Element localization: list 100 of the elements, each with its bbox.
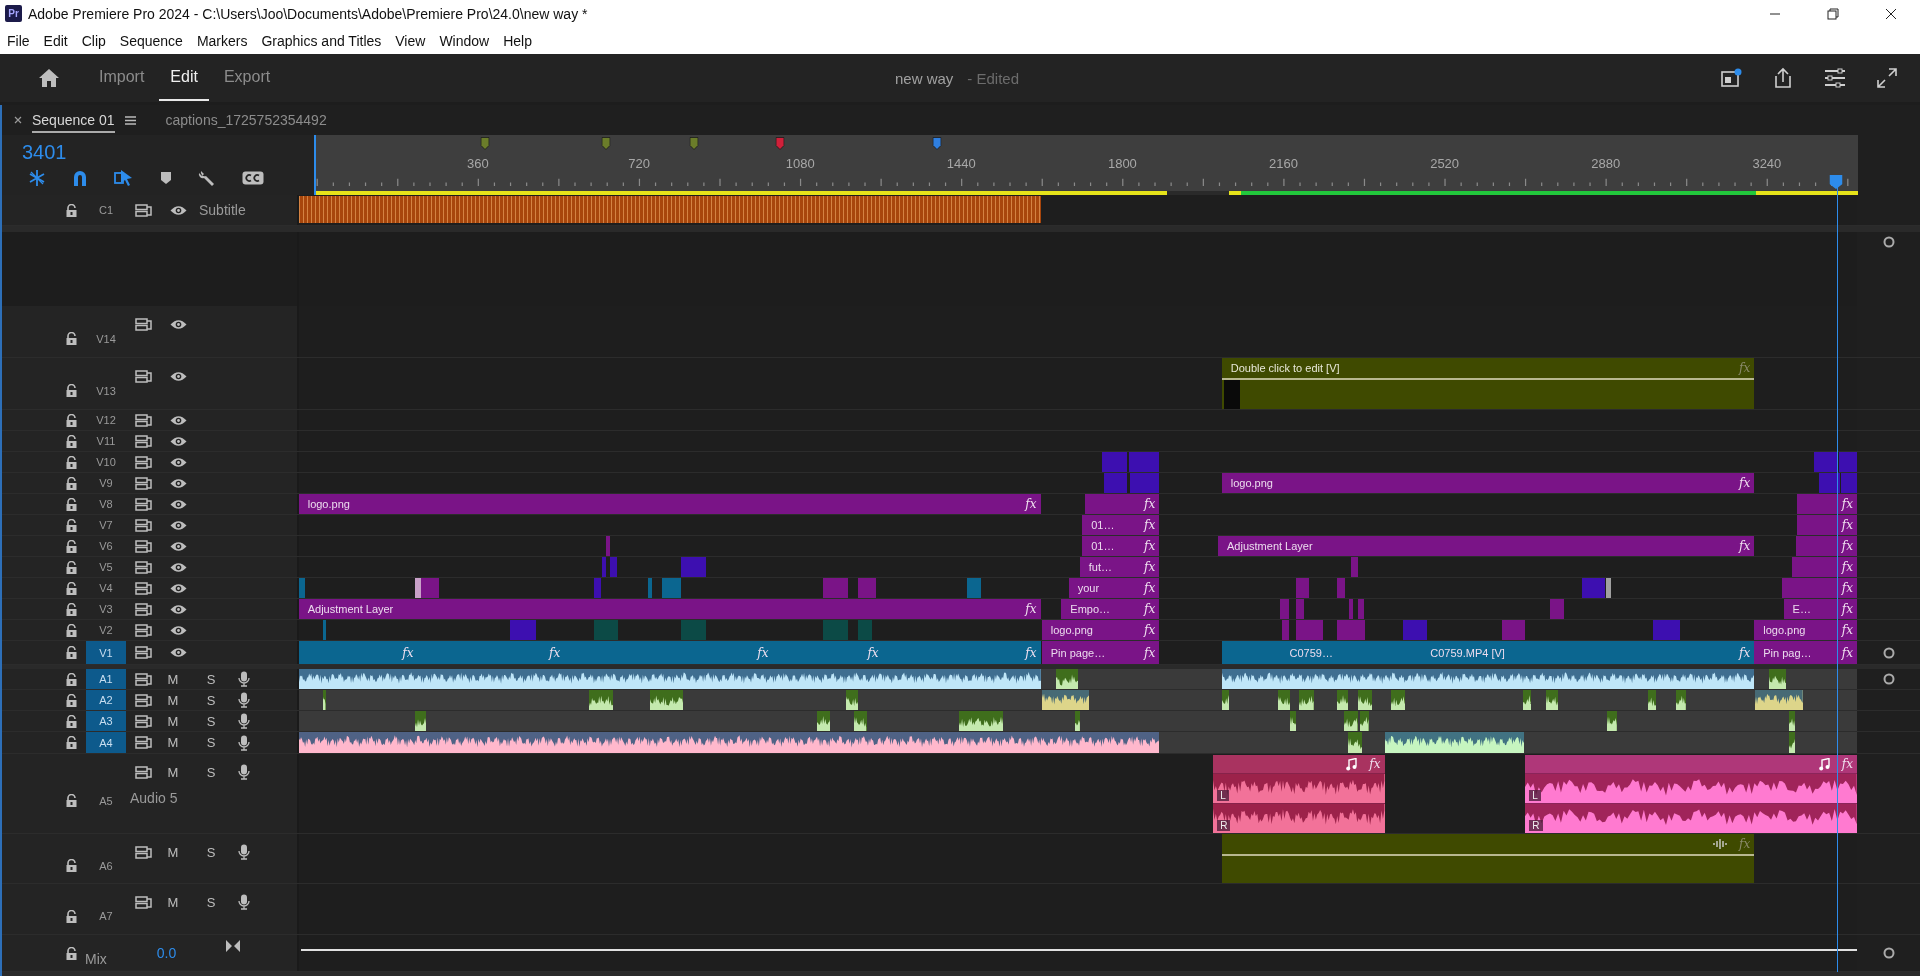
title-clip[interactable]: Double click to edit [V] fx: [1221, 358, 1755, 409]
timeline-marker[interactable]: [932, 137, 942, 150]
audio-clip[interactable]: [958, 711, 1003, 731]
workspace-tab[interactable]: Export: [212, 55, 282, 101]
audio-clip[interactable]: [1278, 690, 1291, 710]
video-clip[interactable]: [1101, 452, 1128, 472]
track-output-icon[interactable]: [135, 497, 152, 511]
video-clip[interactable]: [602, 557, 606, 577]
track-output-icon[interactable]: [135, 455, 152, 469]
lock-icon[interactable]: [66, 859, 77, 872]
video-clip[interactable]: [822, 578, 849, 598]
track-label[interactable]: V6: [86, 536, 126, 556]
track-label[interactable]: A5: [86, 780, 126, 807]
audio-clip[interactable]: [1298, 690, 1314, 710]
eye-icon[interactable]: [170, 647, 187, 658]
audio-clip[interactable]: [1041, 690, 1090, 710]
close-icon[interactable]: [14, 116, 22, 124]
track-output-icon[interactable]: [135, 623, 152, 637]
mute-button[interactable]: M: [156, 692, 190, 708]
track-label[interactable]: C1: [86, 195, 126, 225]
timeline-marker[interactable]: [775, 137, 785, 150]
video-clip[interactable]: [662, 578, 681, 598]
track-label[interactable]: V14: [86, 318, 126, 345]
microphone-icon[interactable]: [238, 713, 250, 729]
audio-clip[interactable]: [1344, 711, 1358, 731]
audio-clip[interactable]: [1384, 732, 1525, 753]
track-label[interactable]: V7: [86, 515, 126, 535]
lock-icon[interactable]: [66, 794, 77, 807]
mute-button[interactable]: M: [156, 713, 190, 729]
track-label[interactable]: V11: [86, 431, 126, 451]
audio-clip[interactable]: [1357, 690, 1373, 710]
solo-button[interactable]: S: [194, 671, 228, 687]
track-output-icon[interactable]: [135, 714, 152, 728]
menu-item[interactable]: View: [388, 32, 433, 49]
track-output-icon[interactable]: [135, 203, 152, 217]
video-clip[interactable]: [680, 620, 707, 640]
track-label[interactable]: V8: [86, 494, 126, 514]
audio-clip[interactable]: [1390, 690, 1406, 710]
lock-icon[interactable]: [66, 623, 77, 637]
track-output-icon[interactable]: [135, 476, 152, 490]
audio-clip[interactable]: [1522, 690, 1532, 710]
menu-item[interactable]: Window: [432, 32, 497, 49]
menu-item[interactable]: Graphics and Titles: [254, 32, 389, 49]
video-clip[interactable]: fx: [1797, 515, 1858, 535]
microphone-icon[interactable]: [238, 671, 250, 687]
track-output-icon[interactable]: [135, 895, 152, 909]
audio-clip[interactable]: [650, 690, 684, 710]
mute-button[interactable]: M: [156, 894, 190, 910]
video-clip[interactable]: [647, 578, 653, 598]
settings-menu-icon[interactable]: [1824, 68, 1846, 88]
collapse-icon[interactable]: [226, 940, 241, 952]
track-output-icon[interactable]: [135, 646, 152, 659]
audio-clip[interactable]: [1347, 732, 1363, 753]
lock-icon[interactable]: [66, 946, 77, 960]
audio-clip[interactable]: [298, 732, 1160, 753]
video-clip[interactable]: [1336, 620, 1365, 640]
video-clip[interactable]: [593, 620, 619, 640]
quick-export-icon[interactable]: [1720, 68, 1742, 88]
scroll-handle[interactable]: [1882, 947, 1895, 959]
video-clip[interactable]: [1296, 599, 1304, 619]
track-label[interactable]: V10: [86, 452, 126, 472]
lock-icon[interactable]: [66, 518, 77, 532]
video-clip[interactable]: [822, 620, 849, 640]
audio-clip[interactable]: [1056, 669, 1079, 689]
video-clip[interactable]: [1349, 599, 1353, 619]
audio-clip[interactable]: [1546, 690, 1559, 710]
scroll-handle[interactable]: [1882, 236, 1895, 248]
lock-icon[interactable]: [66, 497, 77, 511]
marker-icon[interactable]: [160, 171, 172, 185]
video-clip[interactable]: [1652, 620, 1680, 640]
caption-clip[interactable]: [298, 196, 1041, 223]
track-label[interactable]: A3: [86, 711, 126, 731]
audio-clip[interactable]: [1755, 690, 1804, 710]
captions-icon[interactable]: [242, 171, 264, 185]
solo-button[interactable]: S: [194, 735, 228, 750]
video-clip[interactable]: Adjustment Layer fx: [298, 599, 1041, 619]
video-clip[interactable]: E… fx: [1783, 599, 1858, 619]
video-clip[interactable]: [1296, 620, 1324, 640]
lock-icon[interactable]: [66, 413, 77, 427]
scroll-handle[interactable]: [1882, 646, 1895, 659]
eye-icon[interactable]: [170, 414, 187, 426]
video-clip[interactable]: fx: [417, 641, 565, 664]
video-clip[interactable]: logo.png fx: [298, 494, 1041, 514]
audio-clip[interactable]: [845, 690, 859, 710]
audio-clip[interactable]: [1788, 711, 1795, 731]
track-output-icon[interactable]: [135, 539, 152, 553]
eye-icon[interactable]: [170, 582, 187, 594]
video-clip[interactable]: fx: [1782, 578, 1858, 598]
lock-icon[interactable]: [66, 646, 77, 659]
track-label[interactable]: V12: [86, 410, 126, 430]
audio-clip[interactable]: fx L R: [1525, 755, 1858, 833]
video-clip[interactable]: [421, 578, 440, 598]
menu-item[interactable]: File: [0, 32, 37, 49]
video-clip[interactable]: Pin page… fx: [1041, 641, 1160, 664]
lock-icon[interactable]: [66, 384, 77, 397]
video-clip[interactable]: logo.png fx: [1221, 473, 1755, 493]
audio-clip[interactable]: [588, 690, 614, 710]
wrench-icon[interactable]: [198, 169, 216, 187]
audio-clip[interactable]: [298, 669, 1041, 689]
track-label[interactable]: V13: [86, 370, 126, 397]
